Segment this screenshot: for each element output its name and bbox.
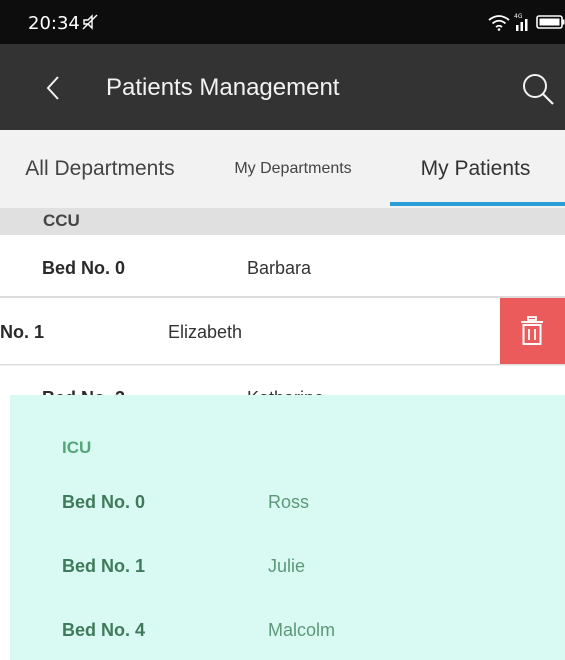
patient-row[interactable]: Bed No. 0 Ross bbox=[10, 472, 565, 532]
status-bar: 20:34 4G bbox=[0, 0, 565, 44]
trash-icon bbox=[521, 316, 543, 345]
tab-my-patients[interactable]: My Patients bbox=[386, 130, 565, 208]
signal-4g-icon: 4G bbox=[514, 13, 528, 31]
wifi-icon bbox=[488, 15, 510, 31]
patient-name: Malcolm bbox=[268, 620, 336, 640]
chevron-left-icon[interactable] bbox=[38, 71, 68, 105]
section-label-icu: ICU bbox=[62, 438, 92, 457]
patient-row[interactable]: Bed No. 1 Julie bbox=[10, 536, 565, 596]
mute-icon bbox=[82, 14, 98, 30]
patient-name: Ross bbox=[268, 492, 310, 512]
bed-number: Bed No. 0 bbox=[42, 258, 126, 278]
bed-number: Bed No. 4 bbox=[62, 620, 146, 640]
bed-number: No. 1 bbox=[0, 322, 45, 342]
transition-overlay: ICU Bed No. 0 Ross Bed No. 1 Julie Bed N… bbox=[10, 395, 565, 660]
bed-number: Bed No. 0 bbox=[62, 492, 146, 512]
patient-row[interactable]: Bed No. 3 Katharine bbox=[0, 366, 565, 408]
patient-row-swiped[interactable]: No. 1 Elizabeth bbox=[0, 297, 565, 365]
svg-text:4G: 4G bbox=[514, 13, 523, 20]
tab-my-departments[interactable]: My Departments bbox=[200, 130, 386, 208]
patient-name: Elizabeth bbox=[168, 322, 243, 342]
status-time: 20:34 bbox=[28, 13, 80, 34]
battery-icon bbox=[536, 15, 565, 29]
page-title: Patients Management bbox=[106, 74, 340, 101]
app-header: Patients Management bbox=[0, 44, 565, 130]
active-tab-indicator bbox=[390, 202, 565, 206]
patient-name: Julie bbox=[268, 556, 306, 576]
tab-all-departments[interactable]: All Departments bbox=[0, 130, 200, 208]
patient-row[interactable]: Bed No. 0 Barbara bbox=[0, 235, 565, 297]
bed-number: Bed No. 1 bbox=[62, 556, 146, 576]
patient-row[interactable]: Bed No. 4 Malcolm bbox=[10, 600, 565, 660]
section-label: CCU bbox=[43, 211, 80, 230]
delete-button[interactable] bbox=[500, 298, 565, 364]
tab-bar: All Departments My Departments My Patien… bbox=[0, 130, 565, 208]
section-header-ccu: CCU bbox=[0, 208, 565, 235]
patient-name: Barbara bbox=[247, 258, 312, 278]
search-icon[interactable] bbox=[520, 71, 556, 107]
